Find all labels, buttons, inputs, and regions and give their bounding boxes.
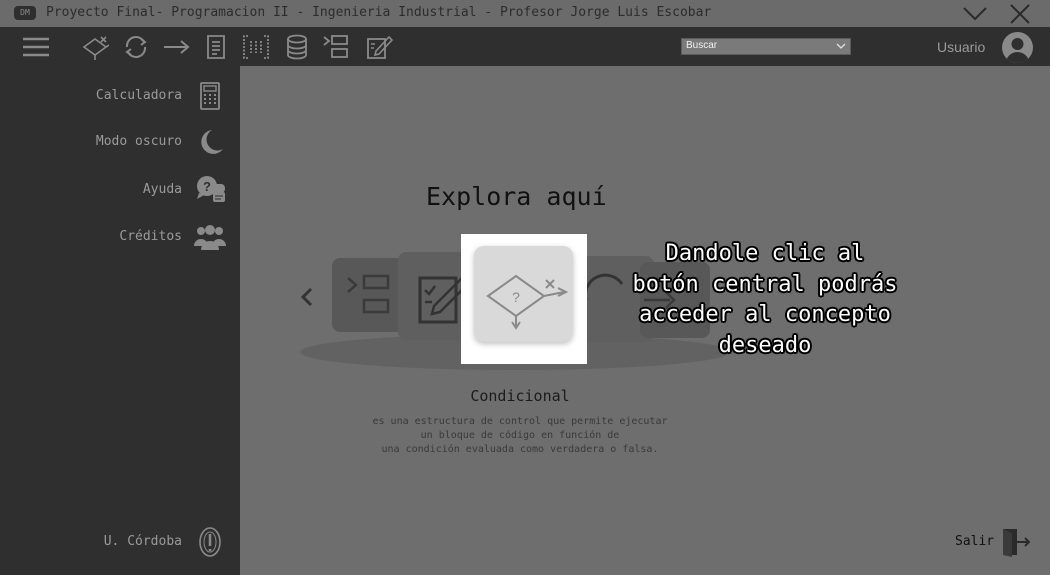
concept-description: es una estructura de control que permite… bbox=[340, 415, 700, 457]
arrow-icon bbox=[164, 40, 190, 54]
carousel-prev-button[interactable] bbox=[298, 286, 316, 308]
help-chat-icon: ? bbox=[197, 176, 225, 202]
window-title: Proyecto Final- Programacion II - Ingeni… bbox=[46, 5, 712, 20]
concept-title: Condicional bbox=[470, 387, 570, 405]
chevron-left-icon bbox=[300, 287, 313, 307]
edit-icon bbox=[367, 35, 394, 59]
exit-label: Salir bbox=[955, 534, 995, 549]
array-icon bbox=[243, 35, 269, 59]
page-title: Explora aquí bbox=[426, 182, 607, 211]
tooltip-line: acceder al concepto bbox=[639, 302, 891, 327]
menu-button[interactable] bbox=[21, 33, 51, 61]
tool-arrow[interactable] bbox=[162, 33, 190, 61]
hamburger-menu-icon bbox=[23, 37, 49, 57]
tooltip-line: Dandole clic al bbox=[665, 241, 865, 266]
user-label: Usuario bbox=[937, 39, 986, 55]
sidebar-footer-university[interactable]: U. Córdoba bbox=[0, 524, 240, 560]
calculator-icon bbox=[200, 82, 220, 110]
title-bar: DM Proyecto Final- Programacion II - Ing… bbox=[0, 0, 1050, 27]
conditional-icon bbox=[82, 36, 110, 60]
moon-icon bbox=[201, 130, 223, 154]
carousel-item-conditional[interactable]: ? bbox=[474, 246, 573, 342]
sidebar-footer-label: U. Córdoba bbox=[103, 534, 182, 549]
user-avatar-icon bbox=[1006, 38, 1029, 63]
sidebar-item-label: Ayuda bbox=[142, 182, 182, 197]
concept-description-line: una condición evaluada como verdadera o … bbox=[381, 444, 659, 455]
sidebar-item-creditos[interactable]: Créditos bbox=[0, 219, 240, 255]
avatar[interactable] bbox=[1002, 32, 1033, 63]
concept-description-line: un bloque de código en función de bbox=[420, 430, 620, 441]
concept-description-line: es una estructura de control que permite… bbox=[372, 416, 668, 427]
people-icon bbox=[194, 225, 226, 250]
app-icon: DM bbox=[14, 6, 36, 20]
svg-text:?: ? bbox=[203, 179, 211, 194]
svg-text:?: ? bbox=[512, 289, 520, 305]
tool-array[interactable] bbox=[242, 33, 270, 61]
tool-document[interactable] bbox=[202, 33, 230, 61]
database-icon bbox=[287, 34, 307, 60]
sidebar-item-label: Modo oscuro bbox=[95, 134, 182, 149]
tool-loop[interactable] bbox=[122, 33, 150, 61]
document-icon bbox=[207, 35, 225, 59]
sidebar: Calculadora Modo oscuro Ayuda ? Créditos… bbox=[0, 66, 240, 575]
tooltip-line: botón central podrás bbox=[632, 271, 898, 297]
close-button[interactable] bbox=[1007, 2, 1033, 26]
close-icon bbox=[1010, 4, 1030, 24]
chevron-down-icon bbox=[963, 7, 987, 21]
sidebar-item-calculadora[interactable]: Calculadora bbox=[0, 78, 240, 114]
sidebar-item-label: Calculadora bbox=[95, 88, 182, 103]
tool-database[interactable] bbox=[283, 33, 311, 61]
chevron-down-icon bbox=[836, 43, 846, 49]
search-value: Buscar bbox=[686, 40, 718, 51]
university-logo-icon bbox=[199, 527, 221, 557]
loop-icon bbox=[125, 36, 147, 58]
tool-list[interactable] bbox=[322, 33, 350, 61]
sidebar-item-modo-oscuro[interactable]: Modo oscuro bbox=[0, 124, 240, 160]
minimize-button[interactable] bbox=[962, 2, 988, 26]
sidebar-item-ayuda[interactable]: Ayuda ? bbox=[0, 172, 240, 208]
conditional-icon: ? bbox=[486, 274, 569, 330]
toolbar: Buscar Usuario bbox=[0, 27, 1050, 66]
tool-edit[interactable] bbox=[365, 33, 394, 61]
tooltip-line: deseado bbox=[718, 332, 812, 358]
main-content: Explora aquí ? Condicional es una estruc… bbox=[240, 66, 1050, 575]
exit-door-icon bbox=[1003, 529, 1030, 557]
list-icon bbox=[323, 35, 348, 58]
tutorial-tooltip: Dandole clic al botón central podrás acc… bbox=[610, 239, 920, 361]
search-dropdown[interactable]: Buscar bbox=[681, 38, 851, 55]
sidebar-item-label: Créditos bbox=[119, 229, 182, 244]
tool-conditional[interactable] bbox=[81, 33, 110, 61]
exit-button[interactable]: Salir bbox=[952, 526, 1047, 557]
